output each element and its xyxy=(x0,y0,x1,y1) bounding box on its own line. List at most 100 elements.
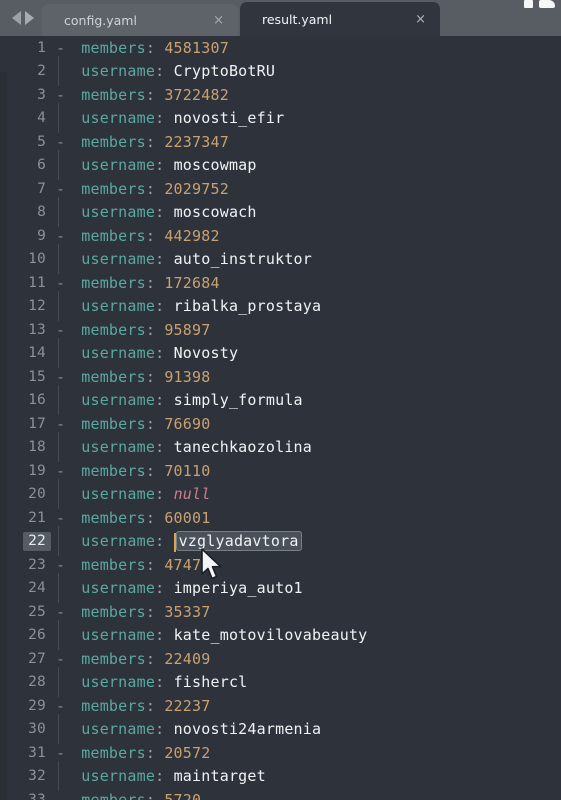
code-line-content[interactable]: username: maintarget xyxy=(56,761,561,792)
indent-guide xyxy=(56,573,72,604)
arrow-left-icon[interactable] xyxy=(12,11,21,25)
close-icon[interactable]: × xyxy=(405,12,426,27)
code-line[interactable]: 5- members: 2237347 xyxy=(0,130,561,154)
code-line-content[interactable]: username: moscowmap xyxy=(56,150,561,181)
selected-text[interactable]: vzglyadavtora xyxy=(175,531,302,552)
close-icon[interactable]: × xyxy=(203,13,224,28)
yaml-value: 172684 xyxy=(164,273,220,292)
yaml-list-dash: - xyxy=(56,555,66,574)
code-line-content[interactable]: - members: 172684 xyxy=(56,274,561,292)
code-line-content[interactable]: - members: 47471 xyxy=(56,556,561,574)
code-line[interactable]: 8 username: moscowach xyxy=(0,197,561,228)
code-line[interactable]: 9- members: 442982 xyxy=(0,224,561,248)
code-line[interactable]: 20 username: null xyxy=(0,479,561,510)
code-line-content[interactable]: username: auto_instruktor xyxy=(56,244,561,275)
yaml-key: members xyxy=(81,38,146,57)
code-line[interactable]: 6 username: moscowmap xyxy=(0,150,561,181)
code-line-content[interactable]: username: moscowach xyxy=(56,197,561,228)
line-number: 7 xyxy=(37,180,46,197)
code-line[interactable]: 18 username: tanechkaozolina xyxy=(0,432,561,463)
code-line-content[interactable]: - members: 5720 xyxy=(56,791,561,800)
code-line[interactable]: 23- members: 47471 xyxy=(0,553,561,577)
code-editor[interactable]: 1- members: 4581307 2 username: CryptoBot… xyxy=(0,36,561,800)
code-line-content[interactable]: - members: 2237347 xyxy=(56,133,561,151)
code-line-content[interactable]: username: Novosty xyxy=(56,338,561,369)
code-line-content[interactable]: - members: 91398 xyxy=(56,368,561,386)
code-line-content[interactable]: - members: 70110 xyxy=(56,462,561,480)
line-number: 32 xyxy=(28,768,46,785)
line-number: 30 xyxy=(28,721,46,738)
code-line[interactable]: 2 username: CryptoBotRU xyxy=(0,56,561,87)
code-line-content[interactable]: - members: 95897 xyxy=(56,321,561,339)
code-line-content[interactable]: username: simply_formula xyxy=(56,385,561,416)
code-line[interactable]: 10 username: auto_instruktor xyxy=(0,244,561,275)
indent-guide xyxy=(56,526,72,557)
code-line[interactable]: 29- members: 22237 xyxy=(0,694,561,718)
code-line[interactable]: 11- members: 172684 xyxy=(0,271,561,295)
tab-config-yaml[interactable]: config.yaml × xyxy=(42,4,238,36)
code-line[interactable]: 16 username: simply_formula xyxy=(0,385,561,416)
code-line[interactable]: 31- members: 20572 xyxy=(0,741,561,765)
code-line[interactable]: 30 username: novosti24armenia xyxy=(0,714,561,745)
code-line[interactable]: 3- members: 3722482 xyxy=(0,83,561,107)
code-line[interactable]: 26 username: kate_motovilovabeauty xyxy=(0,620,561,651)
code-line[interactable]: 13- members: 95897 xyxy=(0,318,561,342)
code-line[interactable]: 27- members: 22409 xyxy=(0,647,561,671)
code-line[interactable]: 19- members: 70110 xyxy=(0,459,561,483)
yaml-value: 47471 xyxy=(164,555,211,574)
indent-guide xyxy=(56,714,72,745)
code-line[interactable]: 7 - members: 2029752 xyxy=(0,177,561,201)
code-line-content[interactable]: - members: 4581307 xyxy=(56,39,561,57)
code-line[interactable]: 4 username: novosti_efir xyxy=(0,103,561,134)
code-line-content[interactable]: - members: 20572 xyxy=(56,744,561,762)
code-line-content[interactable]: username: CryptoBotRU xyxy=(56,56,561,87)
code-line-content[interactable]: - members: 35337 xyxy=(56,603,561,621)
editor-window: config.yaml × result.yaml × 1 - members: … xyxy=(0,0,561,800)
code-line[interactable]: 22 username: vzglyadavtora xyxy=(0,526,561,557)
arrow-right-icon[interactable] xyxy=(25,11,34,25)
yaml-key: username xyxy=(81,673,156,692)
code-line[interactable]: 1- members: 4581307 xyxy=(0,36,561,60)
code-line-content[interactable]: - members: 3722482 xyxy=(56,86,561,104)
code-line-content[interactable]: - members: 2029752 xyxy=(56,180,561,198)
code-line-content[interactable]: username: novosti24armenia xyxy=(56,714,561,745)
line-number: 25 xyxy=(28,603,46,620)
code-line[interactable]: 24 username: imperiya_auto1 xyxy=(0,573,561,604)
code-line-content[interactable]: username: null xyxy=(56,479,561,510)
tab-result-yaml[interactable]: result.yaml × xyxy=(240,2,440,36)
code-line[interactable]: 28 username: fishercl xyxy=(0,667,561,698)
code-line[interactable]: 12 username: ribalka_prostaya xyxy=(0,291,561,322)
code-line[interactable]: 14 username: Novosty xyxy=(0,338,561,369)
code-line-content[interactable]: - members: 60001 xyxy=(56,509,561,527)
yaml-value: kate_motovilovabeauty xyxy=(173,626,368,645)
code-line[interactable]: 33 - members: 5720 xyxy=(0,788,561,800)
code-line-content[interactable]: - members: 442982 xyxy=(56,227,561,245)
yaml-key: username xyxy=(81,767,156,786)
code-line-content[interactable]: username: vzglyadavtora xyxy=(56,526,561,557)
code-line-content[interactable]: username: fishercl xyxy=(56,667,561,698)
code-line-content[interactable]: username: imperiya_auto1 xyxy=(56,573,561,604)
line-number: 20 xyxy=(28,486,46,503)
code-line-content[interactable]: username: novosti_efir xyxy=(56,103,561,134)
yaml-list-dash: - xyxy=(56,320,66,339)
code-line[interactable]: 32 username: maintarget xyxy=(0,761,561,792)
yaml-colon: : xyxy=(145,555,165,574)
code-line-content[interactable]: - members: 22409 xyxy=(56,650,561,668)
code-line[interactable]: 15- members: 91398 xyxy=(0,365,561,389)
code-line[interactable]: 25 - members: 35337 xyxy=(0,600,561,624)
code-line-content[interactable]: - members: 22237 xyxy=(56,697,561,715)
indent-guide xyxy=(56,479,72,510)
code-line-content[interactable]: username: tanechkaozolina xyxy=(56,432,561,463)
code-line[interactable]: 17- members: 76690 xyxy=(0,412,561,436)
code-line-content[interactable]: - members: 76690 xyxy=(56,415,561,433)
code-line[interactable]: 21- members: 60001 xyxy=(0,506,561,530)
code-line-content[interactable]: username: ribalka_prostaya xyxy=(56,291,561,322)
code-line-content[interactable]: username: kate_motovilovabeauty xyxy=(56,620,561,651)
